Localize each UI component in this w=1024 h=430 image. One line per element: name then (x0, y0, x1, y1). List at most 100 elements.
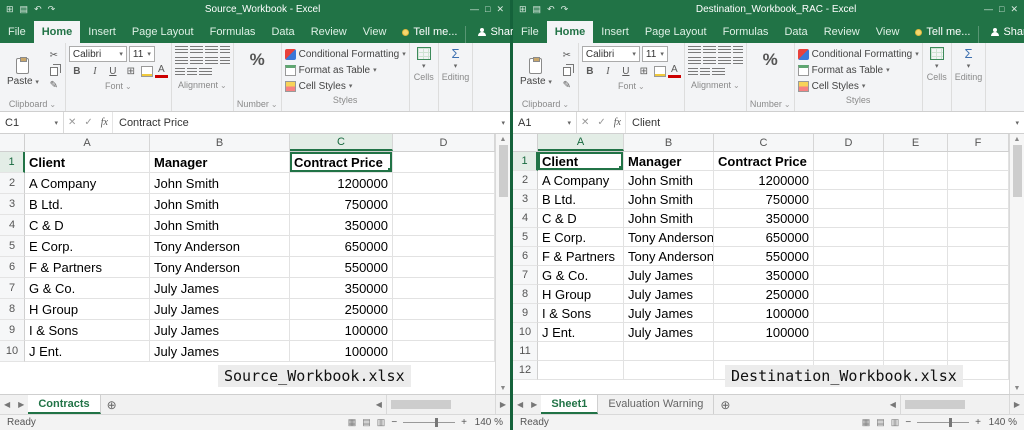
fill-color-button[interactable] (141, 66, 153, 77)
cell-E11[interactable] (884, 342, 948, 361)
maximize-icon[interactable]: □ (485, 5, 490, 14)
cell-F3[interactable] (948, 190, 1009, 209)
merge-center-icon[interactable] (712, 68, 725, 77)
percent-style-button[interactable]: % (750, 46, 791, 98)
hscroll-right-icon[interactable]: ▶ (1010, 395, 1024, 414)
menu-tab-view[interactable]: View (868, 21, 908, 43)
row-header-2[interactable]: 2 (0, 173, 25, 194)
group-label-clipboard[interactable]: Clipboard⌄ (516, 98, 575, 110)
cell-D5[interactable] (814, 228, 884, 247)
cell-E6[interactable] (884, 247, 948, 266)
cell-D3[interactable] (393, 194, 495, 215)
cell-F4[interactable] (948, 209, 1009, 228)
cell-C4[interactable]: 350000 (290, 215, 393, 236)
cell-D9[interactable] (814, 304, 884, 323)
horizontal-scroll-thumb[interactable] (391, 400, 451, 409)
formula-bar[interactable]: Client (626, 112, 1010, 133)
undo-icon[interactable]: ↶ (34, 5, 42, 14)
cell-F2[interactable] (948, 171, 1009, 190)
sheet-nav-next-icon[interactable]: ▶ (14, 395, 28, 414)
menu-tab-formulas[interactable]: Formulas (715, 21, 777, 43)
tell-me-box[interactable]: Tell me... (907, 26, 978, 43)
cells-button[interactable]: ▾ (413, 46, 435, 71)
cell-C9[interactable]: 100000 (290, 320, 393, 341)
menu-tab-home[interactable]: Home (34, 21, 81, 43)
row-header-9[interactable]: 9 (0, 320, 25, 341)
view-normal-icon[interactable]: ▦ (862, 417, 871, 428)
cell-C3[interactable]: 750000 (290, 194, 393, 215)
row-header-12[interactable]: 12 (513, 361, 538, 380)
vertical-scroll-thumb[interactable] (499, 145, 508, 197)
enter-icon[interactable]: ✓ (593, 112, 609, 133)
cell-E8[interactable] (884, 285, 948, 304)
italic-button[interactable]: I (600, 64, 616, 78)
name-box[interactable]: C1▾ (0, 112, 64, 133)
zoom-slider[interactable] (917, 422, 969, 423)
cell-B8[interactable]: July James (150, 299, 290, 320)
cell-C8[interactable]: 250000 (290, 299, 393, 320)
cell-D8[interactable] (393, 299, 495, 320)
menu-tab-review[interactable]: Review (816, 21, 868, 43)
menu-tab-insert[interactable]: Insert (80, 21, 124, 43)
row-header-10[interactable]: 10 (0, 341, 25, 362)
orientation-icon[interactable] (220, 46, 230, 55)
copy-button[interactable] (563, 67, 571, 76)
cell-A3[interactable]: B Ltd. (538, 190, 624, 209)
select-all-corner[interactable] (513, 134, 538, 151)
percent-style-button[interactable]: % (237, 46, 278, 98)
view-page-break-icon[interactable]: ▥ (377, 417, 386, 428)
cell-B8[interactable]: July James (624, 285, 714, 304)
bold-button[interactable]: B (69, 64, 85, 78)
column-header-C[interactable]: C (290, 134, 393, 151)
cell-B2[interactable]: John Smith (624, 171, 714, 190)
cell-D5[interactable] (393, 236, 495, 257)
menu-tab-data[interactable]: Data (263, 21, 302, 43)
view-normal-icon[interactable]: ▦ (348, 417, 357, 428)
cell-A1[interactable]: Client (25, 152, 150, 173)
cell-B5[interactable]: Tony Anderson (150, 236, 290, 257)
vertical-scrollbar[interactable]: ▲ ▼ (1009, 134, 1024, 394)
cell-D10[interactable] (814, 323, 884, 342)
menu-tab-page-layout[interactable]: Page Layout (637, 21, 715, 43)
row-header-4[interactable]: 4 (0, 215, 25, 236)
cell-D2[interactable] (814, 171, 884, 190)
cell-F6[interactable] (948, 247, 1009, 266)
cell-D6[interactable] (393, 257, 495, 278)
paste-button[interactable]: Paste ▾ (516, 46, 556, 98)
zoom-in-button[interactable]: + (461, 417, 467, 428)
row-header-8[interactable]: 8 (513, 285, 538, 304)
cell-B9[interactable]: July James (150, 320, 290, 341)
cell-C7[interactable]: 350000 (714, 266, 814, 285)
cell-B10[interactable]: July James (624, 323, 714, 342)
align-right-icon[interactable] (718, 57, 731, 66)
cell-D9[interactable] (393, 320, 495, 341)
menu-tab-formulas[interactable]: Formulas (202, 21, 264, 43)
borders-button[interactable]: ⊞ (636, 64, 652, 78)
cell-B12[interactable] (624, 361, 714, 380)
column-header-B[interactable]: B (150, 134, 290, 151)
menu-tab-file[interactable]: File (513, 21, 547, 43)
cut-button[interactable]: ✂ (559, 48, 575, 62)
cell-D4[interactable] (393, 215, 495, 236)
cell-A8[interactable]: H Group (25, 299, 150, 320)
cell-A5[interactable]: E Corp. (25, 236, 150, 257)
vertical-scroll-thumb[interactable] (1013, 145, 1022, 197)
align-center-icon[interactable] (703, 57, 716, 66)
conditional-formatting-button[interactable]: Conditional Formatting▾ (285, 46, 406, 62)
align-middle-icon[interactable] (190, 46, 203, 55)
new-sheet-button[interactable]: ⊕ (714, 395, 736, 414)
row-header-3[interactable]: 3 (0, 194, 25, 215)
horizontal-scroll-thumb[interactable] (905, 400, 965, 409)
row-header-9[interactable]: 9 (513, 304, 538, 323)
formula-bar[interactable]: Contract Price (113, 112, 496, 133)
sheet-tab-evaluation-warning[interactable]: Evaluation Warning (598, 395, 714, 414)
cell-D2[interactable] (393, 173, 495, 194)
decrease-indent-icon[interactable] (688, 68, 698, 77)
cell-D6[interactable] (814, 247, 884, 266)
row-header-7[interactable]: 7 (0, 278, 25, 299)
align-bottom-icon[interactable] (718, 46, 731, 55)
cell-A10[interactable]: J Ent. (538, 323, 624, 342)
format-painter-button[interactable]: ✎ (46, 78, 62, 92)
cell-E1[interactable] (884, 152, 948, 171)
column-header-A[interactable]: A (25, 134, 150, 151)
